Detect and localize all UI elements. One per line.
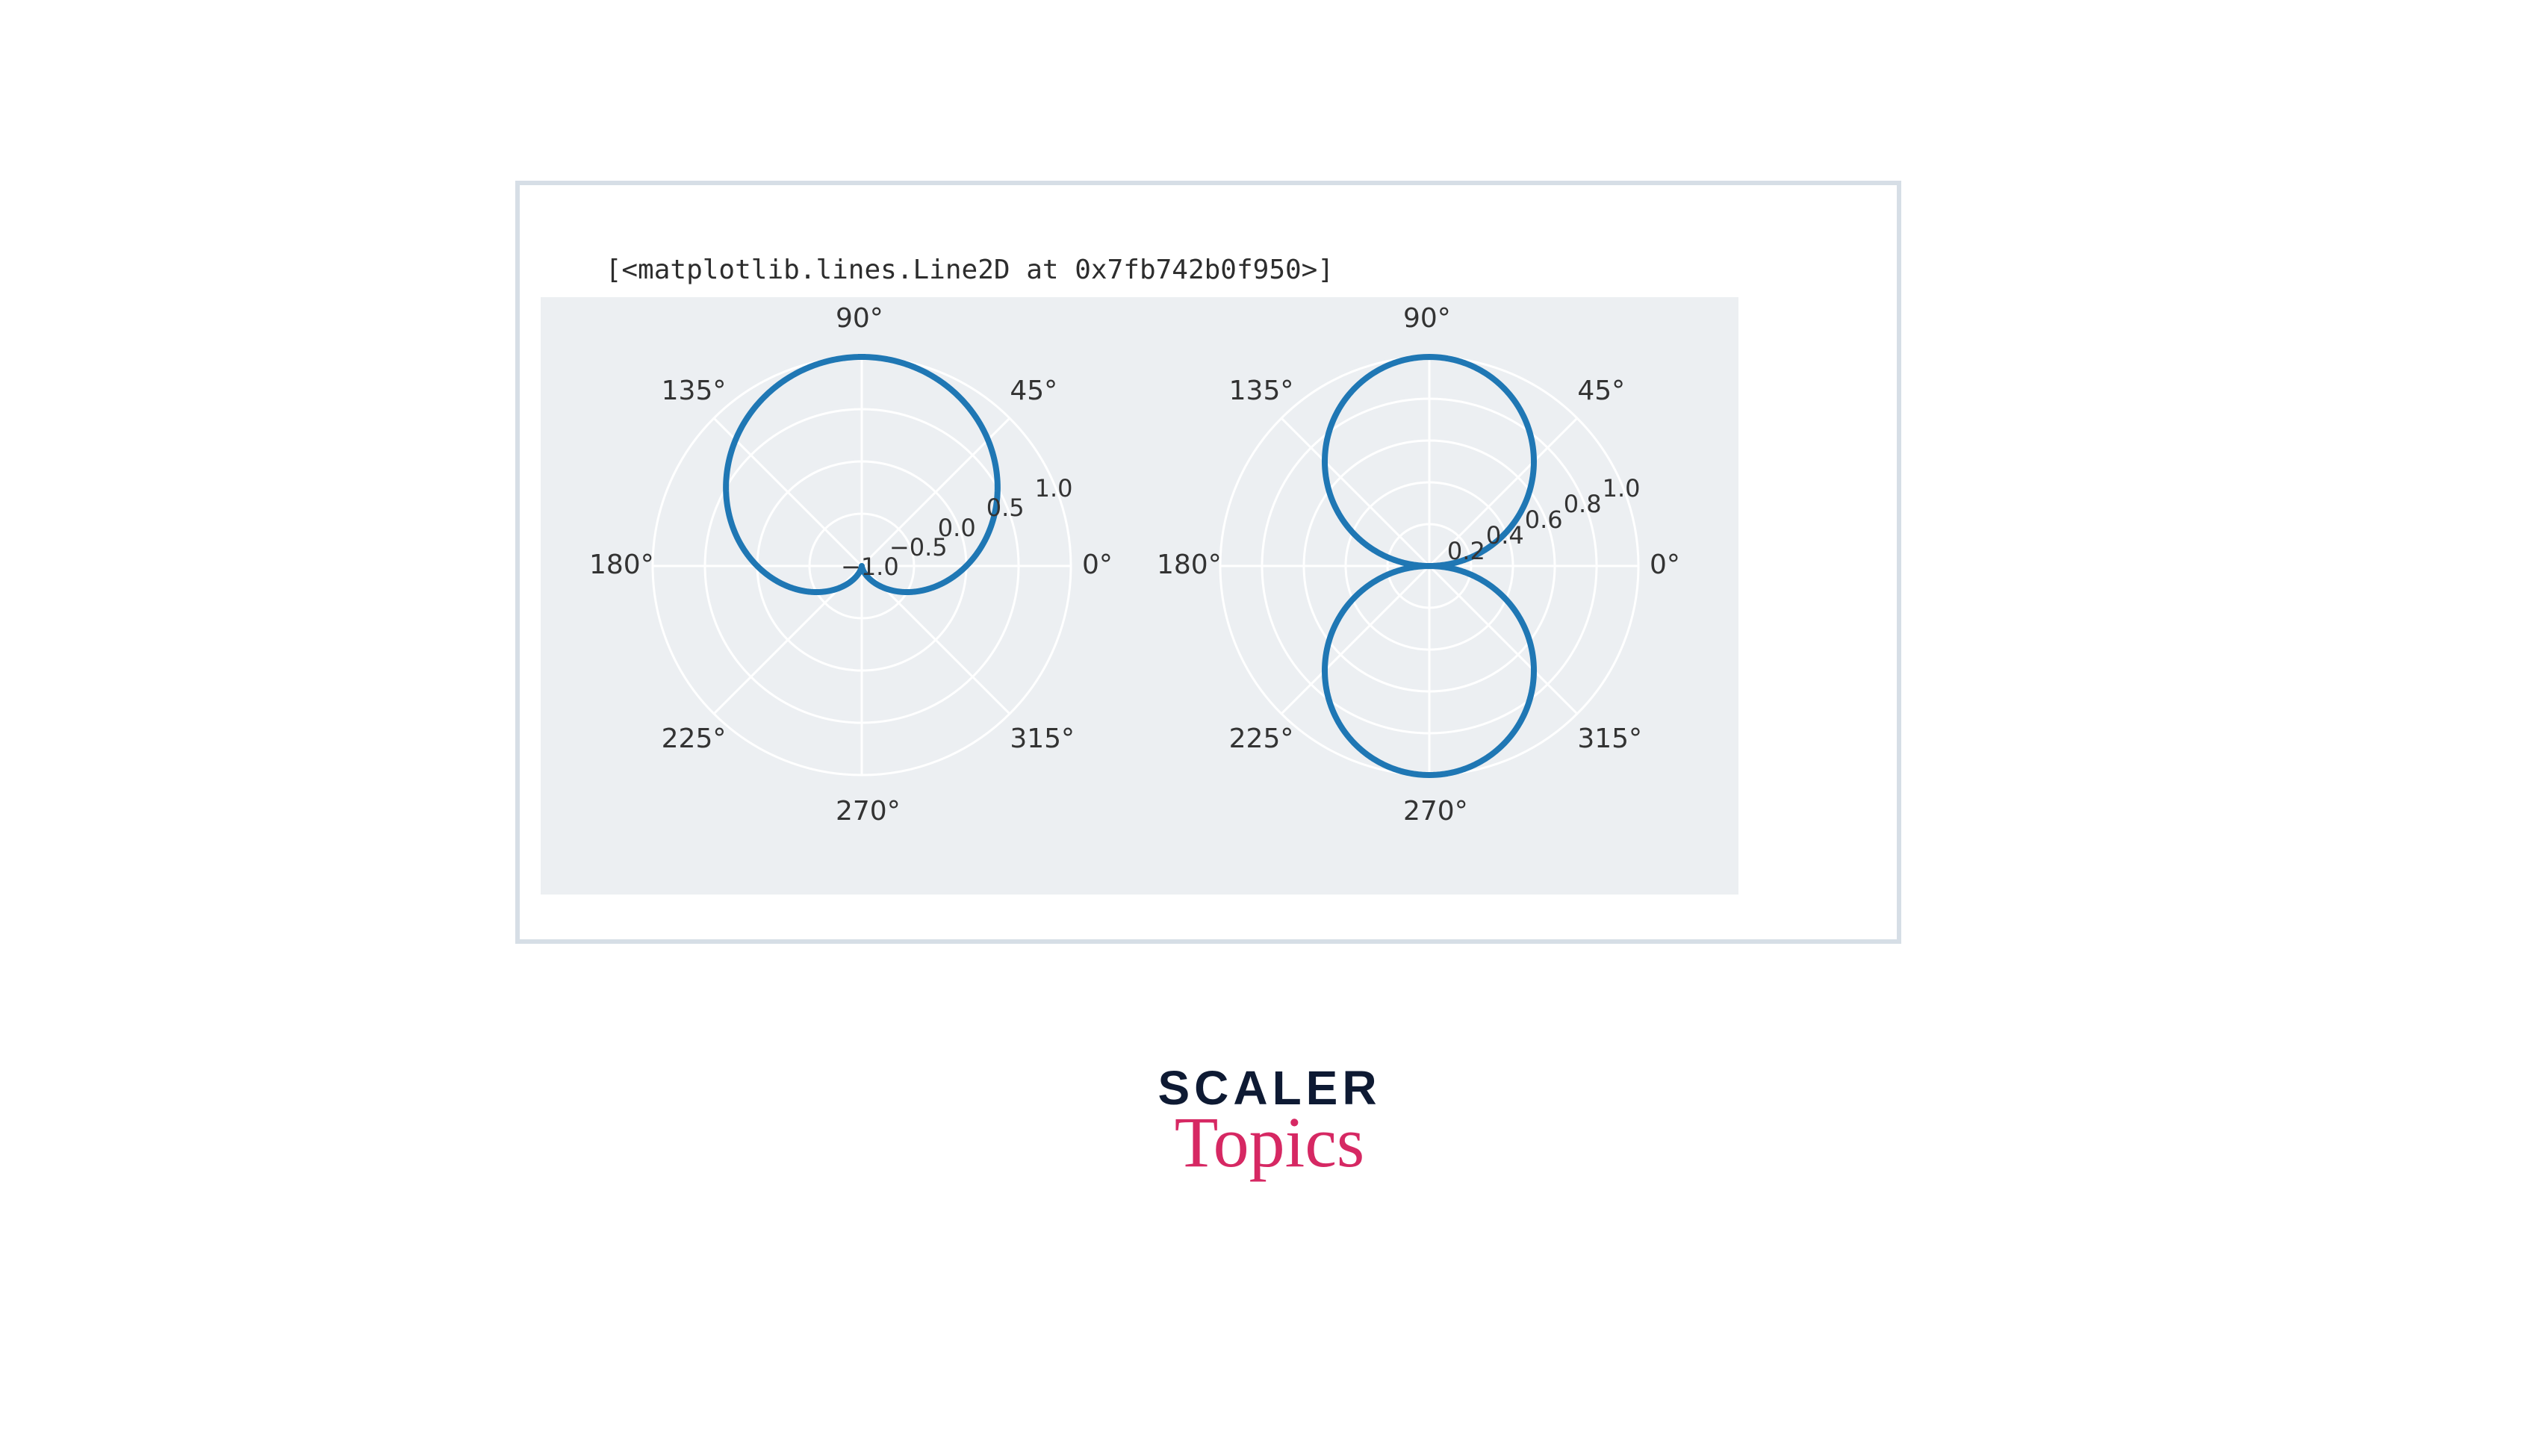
- polar-angle-label: 225°: [662, 724, 727, 754]
- polar-angle-label: 90°: [836, 303, 883, 334]
- polar-angle-label: 315°: [1010, 724, 1075, 754]
- polar-radius-label: 0.4: [1486, 521, 1524, 550]
- brand-logo: SCALER Topics: [1098, 1060, 1441, 1183]
- polar-angle-label: 45°: [1010, 376, 1057, 406]
- polar-angle-label: 135°: [662, 376, 727, 406]
- polar-chart-right: 0°45°90°135°180°225°270°315° 0.20.40.60.…: [1198, 335, 1661, 797]
- polar-radius-label: 0.2: [1447, 537, 1485, 565]
- polar-angle-label: 90°: [1403, 303, 1451, 334]
- figure-background: 0°45°90°135°180°225°270°315° −1.0−0.50.0…: [541, 297, 1738, 895]
- polar-angle-label: 225°: [1229, 724, 1294, 754]
- polar-chart-left: 0°45°90°135°180°225°270°315° −1.0−0.50.0…: [630, 335, 1093, 797]
- polar-angle-label: 0°: [1082, 550, 1113, 580]
- logo-topics-word: Topics: [1098, 1101, 1441, 1183]
- polar-angle-label: 180°: [589, 550, 654, 580]
- polar-radius-label: 0.6: [1525, 505, 1563, 534]
- polar-angle-label: 270°: [1403, 796, 1468, 827]
- polar-angle-label: 45°: [1577, 376, 1625, 406]
- output-card: [<matplotlib.lines.Line2D at 0x7fb742b0f…: [515, 181, 1901, 944]
- polar-radius-label: 1.0: [1035, 474, 1073, 503]
- polar-angle-label: 315°: [1577, 724, 1642, 754]
- polar-radius-label: 0.5: [986, 494, 1025, 522]
- polar-angle-label: 0°: [1650, 550, 1680, 580]
- polar-radius-label: 1.0: [1603, 474, 1641, 503]
- polar-angle-label: 270°: [836, 796, 901, 827]
- polar-angle-label: 180°: [1157, 550, 1222, 580]
- polar-radius-label: 0.0: [938, 514, 976, 542]
- polar-radius-label: 0.8: [1564, 490, 1602, 518]
- repl-line-1: [<matplotlib.lines.Line2D at 0x7fb742b0f…: [606, 255, 1334, 285]
- polar-angle-label: 135°: [1229, 376, 1294, 406]
